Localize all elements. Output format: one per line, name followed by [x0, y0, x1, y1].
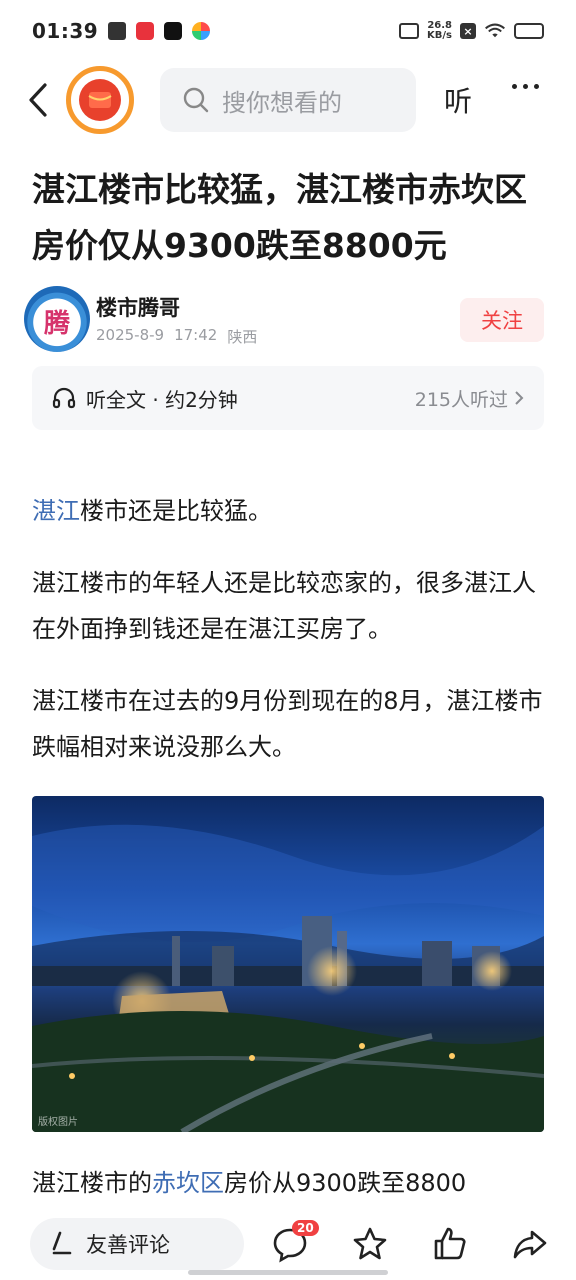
message-notification-icon: [108, 22, 127, 40]
comment-placeholder: 友善评论: [86, 1233, 170, 1257]
bottom-action-bar: 友善评论 20: [0, 1206, 576, 1280]
pen-icon: [52, 1231, 72, 1255]
app-logo[interactable]: [66, 66, 134, 134]
follow-button[interactable]: 关注: [460, 298, 544, 342]
publish-date: 2025-8-9: [96, 326, 165, 344]
zhanjiang-link[interactable]: 湛江: [32, 497, 80, 525]
listen-left: 听全文 · 约2分钟: [52, 384, 238, 413]
star-icon[interactable]: [350, 1224, 390, 1264]
author-location: 陕西: [227, 328, 258, 346]
headphones-icon: [52, 387, 76, 409]
chevron-left-icon: [29, 83, 47, 117]
paragraph-2: 湛江楼市的年轻人还是比较恋家的，很多湛江人在外面挣到钱还是在湛江买房了。: [32, 569, 536, 643]
red-envelope-icon: [79, 79, 121, 121]
listen-full-text-bar[interactable]: 听全文 · 约2分钟 215人听过: [32, 366, 544, 430]
avatar-character: 腾: [43, 308, 70, 339]
more-options-icon[interactable]: [512, 84, 539, 89]
search-icon: [183, 87, 209, 113]
thumbs-up-icon[interactable]: [430, 1224, 470, 1264]
author-row: 腾 楼市腾哥 2025-8-9 17:42 陕西 关注: [24, 284, 552, 354]
vibrate-icon: [399, 23, 420, 39]
top-navigation: 搜你想看的 听: [0, 62, 576, 138]
back-button[interactable]: [18, 80, 58, 120]
wifi-icon: [485, 23, 505, 38]
paragraph-5: 湛江楼市的赤坎区房价从9300跌至8800: [32, 1160, 544, 1206]
paragraph-1: 湛江楼市还是比较猛。: [32, 488, 544, 534]
author-avatar[interactable]: 腾: [24, 286, 90, 352]
search-input[interactable]: 搜你想看的: [160, 68, 416, 132]
app-notification-icon: [136, 22, 155, 40]
comment-count-badge: 20: [292, 1220, 319, 1236]
publish-time: 17:42: [174, 326, 218, 344]
home-indicator[interactable]: [188, 1270, 388, 1275]
listen-count: 215人听过: [414, 388, 508, 411]
paragraph-5-pre: 湛江楼市的: [32, 1169, 152, 1197]
comment-input[interactable]: 友善评论: [30, 1218, 244, 1270]
paragraph-3: 湛江楼市在过去的9月份到现在的8月，湛江楼市跌幅相对来说没那么大。: [32, 687, 543, 761]
tiktok-notification-icon: [164, 22, 183, 40]
chevron-right-icon: [515, 391, 524, 405]
listen-button[interactable]: 听: [444, 80, 472, 120]
industrial-night-scene-image: [32, 824, 544, 1132]
colorful-app-notification-icon: [192, 22, 211, 40]
listen-label: 听全文 · 约2分钟: [86, 387, 238, 412]
battery-icon: [514, 23, 544, 39]
status-bar: 01:39 26.8 KB/s ×: [0, 0, 576, 62]
close-box-icon: ×: [460, 23, 476, 39]
author-meta: 2025-8-9 17:42 陕西: [96, 326, 257, 347]
network-speed: 26.8 KB/s: [427, 21, 452, 41]
article-image[interactable]: 版权图片: [32, 796, 544, 1132]
article-title: 湛江楼市比较猛，湛江楼市赤坎区房价仅从9300跌至8800元: [32, 170, 527, 265]
search-placeholder: 搜你想看的: [222, 88, 342, 117]
paragraph-1-text: 楼市还是比较猛。: [80, 497, 272, 525]
network-speed-unit: KB/s: [427, 30, 452, 41]
status-left: 01:39: [32, 19, 211, 43]
listen-right: 215人听过: [415, 385, 524, 412]
share-icon[interactable]: [510, 1224, 550, 1264]
image-watermark: 版权图片: [38, 1117, 78, 1128]
chikan-district-link[interactable]: 赤坎区: [152, 1169, 224, 1197]
paragraph-5-post: 房价从9300跌至8800: [224, 1169, 467, 1197]
author-name[interactable]: 楼市腾哥: [96, 292, 180, 322]
status-right: 26.8 KB/s ×: [399, 21, 544, 41]
status-time: 01:39: [32, 19, 99, 43]
